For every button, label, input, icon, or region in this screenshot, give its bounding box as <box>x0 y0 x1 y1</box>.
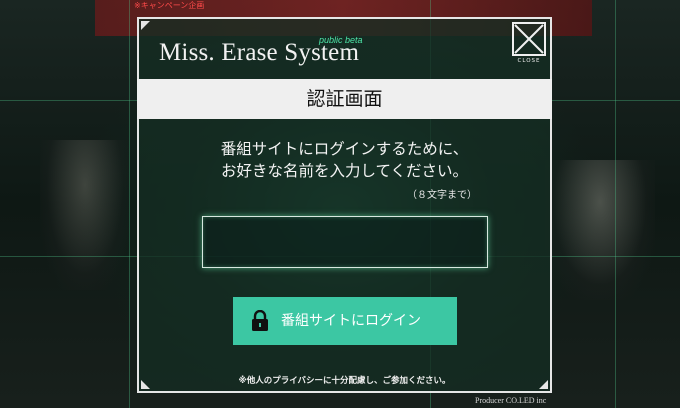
dialog-title: 認証画面 <box>137 79 552 119</box>
character-limit-note: （８文字まで） <box>407 190 477 201</box>
grid-line <box>129 0 130 408</box>
close-button[interactable]: CLOSE <box>512 22 546 66</box>
login-button[interactable]: 番組サイトにログイン <box>233 297 457 345</box>
instruction-text: 番組サイトにログインするために、 お好きな名前を入力してください。 <box>139 138 550 182</box>
beta-tag: public beta <box>319 35 363 45</box>
lock-icon <box>251 309 269 335</box>
privacy-note: ※他人のプライバシーに十分配慮し、ご参加ください。 <box>238 376 451 386</box>
close-label: CLOSE <box>517 58 541 64</box>
background-person-right <box>545 160 655 300</box>
frame-corner <box>141 21 150 30</box>
instruction-line-2: お好きな名前を入力してください。 <box>220 162 469 180</box>
producer-credit: Producer CO.LED inc <box>475 396 547 405</box>
grid-line <box>615 0 616 408</box>
name-input[interactable] <box>202 216 488 268</box>
auth-dialog: Miss. Erase System public beta CLOSE 認証画… <box>137 17 552 393</box>
close-icon[interactable] <box>512 22 546 56</box>
background-banner-note: ※キャンペーン企画 <box>134 1 205 10</box>
login-button-label: 番組サイトにログイン <box>281 313 421 329</box>
instruction-line-1: 番組サイトにログインするために、 <box>220 140 469 158</box>
background-person-left <box>40 140 130 290</box>
